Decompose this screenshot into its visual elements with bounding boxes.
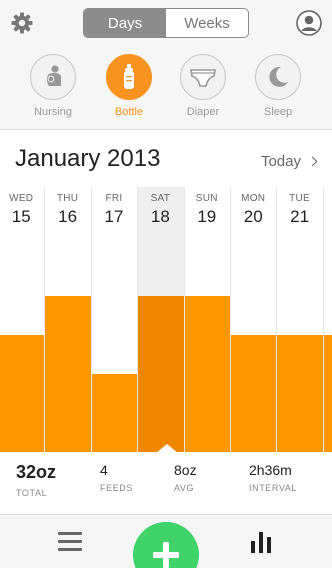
day-of-week-label: MON xyxy=(241,193,266,204)
stat-caption: FEEDS xyxy=(100,483,134,493)
today-button[interactable]: Today xyxy=(260,153,318,170)
category-label: Sleep xyxy=(263,106,293,118)
column-divider xyxy=(322,187,324,452)
stat-value: 4 xyxy=(100,462,108,478)
category-label: Nursing xyxy=(34,106,72,118)
day-number-label: 19 xyxy=(197,207,217,226)
stat-interval: 2h36m INTERVAL xyxy=(249,462,297,493)
stat-avg: 8oz AVG xyxy=(174,462,197,493)
moon-icon xyxy=(255,54,301,100)
day-header[interactable]: SUN 19 xyxy=(184,193,230,227)
day-number-label: 15 xyxy=(11,207,31,226)
day-of-week-label: TUE xyxy=(289,193,311,204)
stat-total: 32oz TOTAL xyxy=(16,462,56,498)
bottom-toolbar xyxy=(0,515,332,568)
today-label: Today xyxy=(260,153,301,170)
gear-icon[interactable] xyxy=(10,11,34,35)
selection-pointer xyxy=(156,444,178,453)
month-title: January 2013 xyxy=(15,145,161,172)
chart-bar[interactable] xyxy=(45,296,91,452)
header: Days Weeks Nursing Bottle Diaper Sleep xyxy=(0,0,332,130)
day-header[interactable]: THU 16 xyxy=(44,193,90,227)
diaper-icon xyxy=(180,54,226,100)
day-of-week-label: FRI xyxy=(105,193,123,204)
list-menu-icon[interactable] xyxy=(58,532,82,552)
category-diaper[interactable]: Diaper xyxy=(168,54,238,118)
bar-chart-icon[interactable] xyxy=(250,530,272,554)
day-of-week-label: SUN xyxy=(195,193,218,204)
month-row: January 2013 Today xyxy=(0,131,332,187)
day-number-label: 18 xyxy=(150,207,170,226)
category-bottle[interactable]: Bottle xyxy=(94,54,164,118)
stat-caption: TOTAL xyxy=(16,488,48,498)
chart-bar-edge xyxy=(323,335,332,452)
chevron-right-icon xyxy=(307,156,318,167)
chart-bar[interactable] xyxy=(91,374,138,452)
chart-bar[interactable] xyxy=(184,296,230,452)
day-number-label: 17 xyxy=(104,207,124,226)
day-header[interactable]: WED 15 xyxy=(0,193,44,227)
chart-bar[interactable] xyxy=(277,335,323,452)
stat-value: 32oz xyxy=(16,462,57,482)
view-toggle: Days Weeks xyxy=(83,8,249,38)
day-of-week-label: WED xyxy=(9,193,34,204)
bottle-icon xyxy=(106,54,152,100)
category-label: Bottle xyxy=(114,106,144,118)
stat-value: 8oz xyxy=(174,462,197,478)
category-sleep[interactable]: Sleep xyxy=(243,54,313,118)
category-selector: Nursing Bottle Diaper Sleep xyxy=(0,54,332,124)
stats-summary: 32oz TOTAL 4 FEEDS 8oz AVG 2h36m INTERVA… xyxy=(0,453,332,515)
day-number-label: 20 xyxy=(243,207,263,226)
stat-value: 2h36m xyxy=(249,462,292,478)
day-header[interactable]: TUE 21 xyxy=(276,193,322,227)
stat-caption: AVG xyxy=(174,483,195,493)
day-of-week-label: THU xyxy=(56,193,79,204)
feed-chart: WED 15 THU 16 FRI 17 SAT 18 SUN 19 MON 20 TUE 21 xyxy=(0,187,332,452)
category-nursing[interactable]: Nursing xyxy=(18,54,88,118)
stat-caption: INTERVAL xyxy=(249,483,297,493)
chart-bar[interactable] xyxy=(231,335,277,452)
add-entry-button[interactable] xyxy=(133,522,199,568)
day-of-week-label: SAT xyxy=(150,193,171,204)
day-header[interactable]: SAT 18 xyxy=(137,193,183,227)
category-label: Diaper xyxy=(186,106,220,118)
nursing-icon xyxy=(30,54,76,100)
chart-bar[interactable] xyxy=(138,296,184,452)
tab-days[interactable]: Days xyxy=(84,9,166,37)
tab-weeks[interactable]: Weeks xyxy=(166,9,248,37)
day-header[interactable]: MON 20 xyxy=(230,193,276,227)
day-header[interactable]: FRI 17 xyxy=(91,193,137,227)
chart-bar[interactable] xyxy=(0,335,45,452)
day-number-label: 16 xyxy=(58,207,78,226)
stat-feeds: 4 FEEDS xyxy=(100,462,133,493)
profile-icon[interactable] xyxy=(296,10,322,36)
day-number-label: 21 xyxy=(290,207,310,226)
plus-icon xyxy=(153,542,179,568)
